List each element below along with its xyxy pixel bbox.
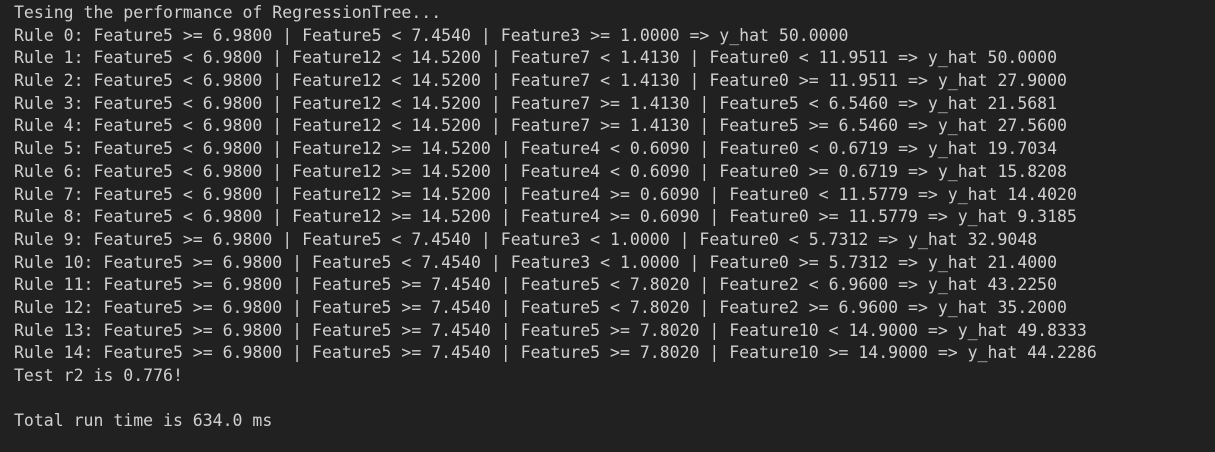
runtime-line: Total run time is 634.0 ms [14,411,273,431]
rule-line-8: Rule 8: Feature5 < 6.9800 | Feature12 >=… [14,207,1077,227]
rule-line-9: Rule 9: Feature5 >= 6.9800 | Feature5 < … [14,229,1038,249]
terminal-output: Tesing the performance of RegressionTree… [0,0,1215,452]
header-line: Tesing the performance of RegressionTree… [14,3,442,22]
rule-line-14: Rule 14: Feature5 >= 6.9800 | Feature5 >… [14,343,1097,363]
rule-line-11: Rule 11: Feature5 >= 6.9800 | Feature5 >… [14,275,1058,295]
rule-line-10: Rule 10: Feature5 >= 6.9800 | Feature5 <… [14,252,1058,272]
rule-line-4: Rule 4: Feature5 < 6.9800 | Feature12 < … [14,116,1067,136]
rule-line-3: Rule 3: Feature5 < 6.9800 | Feature12 < … [14,93,1058,113]
rule-line-1: Rule 1: Feature5 < 6.9800 | Feature12 < … [14,48,1058,68]
rule-line-12: Rule 12: Feature5 >= 6.9800 | Feature5 >… [14,297,1067,317]
rule-line-2: Rule 2: Feature5 < 6.9800 | Feature12 < … [14,71,1067,91]
r2-result-line: Test r2 is 0.776! [14,366,183,385]
rule-line-0: Rule 0: Feature5 >= 6.9800 | Feature5 < … [14,25,849,45]
rule-line-5: Rule 5: Feature5 < 6.9800 | Feature12 >=… [14,139,1058,159]
rule-line-6: Rule 6: Feature5 < 6.9800 | Feature12 >=… [14,161,1067,181]
rule-line-13: Rule 13: Feature5 >= 6.9800 | Feature5 >… [14,320,1087,340]
rule-line-7: Rule 7: Feature5 < 6.9800 | Feature12 >=… [14,184,1077,204]
